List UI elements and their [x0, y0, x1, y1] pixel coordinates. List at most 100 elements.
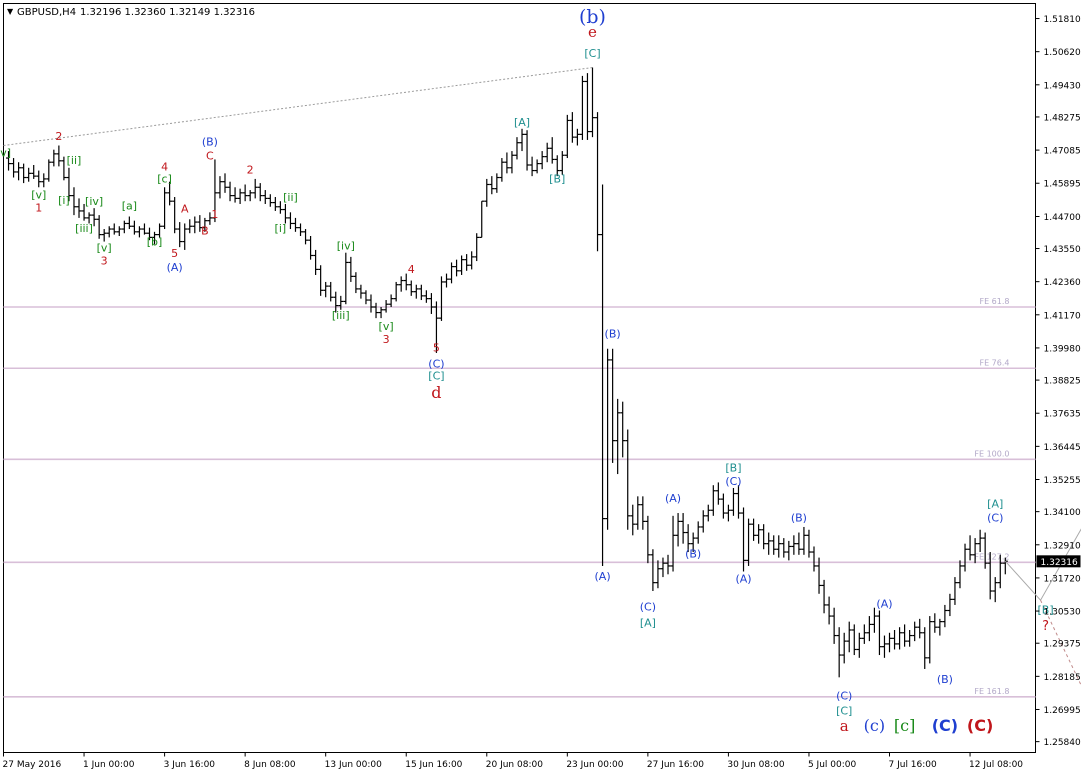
price-tick-label: 1.30530 — [1044, 608, 1081, 618]
chart-header: ▼ GBPUSD,H4 1.32196 1.32360 1.32149 1.32… — [7, 7, 255, 18]
fib-level-label: FE 127.2 — [974, 552, 1009, 561]
wave-label: [ii] — [67, 154, 82, 167]
price-tick-label: 1.50620 — [1044, 48, 1081, 58]
wave-label: [v] — [97, 241, 112, 254]
wave-label: 5 — [433, 342, 440, 355]
price-tick-label: 1.29375 — [1044, 640, 1081, 650]
wave-label: C — [206, 149, 214, 162]
wave-label: (A) — [735, 573, 751, 586]
wave-label: [B] — [549, 173, 565, 186]
time-tick-label: 27 Jun 16:00 — [647, 760, 704, 770]
time-tick-label: 13 Jun 00:00 — [325, 760, 382, 770]
price-tick-label: 1.26995 — [1044, 706, 1081, 716]
price-tick-label: 1.45895 — [1044, 180, 1081, 190]
price-tick-label: 1.34100 — [1044, 508, 1081, 518]
wave-label: (C) — [836, 690, 852, 703]
wave-label: [c] — [894, 716, 915, 735]
wave-label: [v] — [31, 188, 46, 201]
price-tick-label: 1.47085 — [1044, 147, 1081, 157]
wave-label: (A) — [665, 492, 681, 505]
wave-label: [B] — [725, 461, 741, 474]
time-tick-label: 27 May 2016 — [3, 760, 62, 770]
wave-label: a — [840, 717, 849, 735]
wave-label: [i] — [275, 222, 287, 235]
wave-label: [c] — [157, 173, 172, 186]
time-tick-label: 7 Jul 16:00 — [889, 760, 938, 770]
price-tick-label: 1.36445 — [1044, 443, 1081, 453]
wave-label: 2 — [55, 130, 62, 143]
chart-window[interactable]: FE 61.8 FE 76.4 FE 100.0 FE 127.2 FE 161.8 (… — [0, 0, 1081, 775]
wave-label: [b] — [147, 236, 163, 249]
wave-label: [iii] — [332, 309, 350, 322]
price-tick-label: 1.43550 — [1044, 245, 1081, 255]
wave-label: [iii] — [75, 222, 93, 235]
wave-label: [C] — [584, 47, 600, 60]
wave-label: (B) — [605, 328, 621, 341]
wave-label: 3 — [383, 333, 390, 346]
time-tick-label: 12 Jul 08:00 — [969, 760, 1023, 770]
wave-label: (c) — [864, 716, 885, 735]
wave-label: 4 — [408, 263, 415, 276]
current-price-label: 1.32316 — [1041, 558, 1078, 568]
wave-label: B — [201, 225, 209, 238]
price-chart[interactable]: FE 61.8 FE 76.4 FE 100.0 FE 127.2 FE 161.8 (… — [0, 0, 1081, 775]
wave-label: (B) — [791, 511, 807, 524]
price-tick-label: 1.44700 — [1044, 213, 1081, 223]
time-tick-label: 8 Jun 08:00 — [244, 760, 296, 770]
wave-label: (B) — [685, 548, 701, 561]
fib-level-label: FE 76.4 — [979, 358, 1009, 367]
price-tick-label: 1.49430 — [1044, 81, 1081, 91]
wave-label: 1 — [35, 201, 42, 214]
wave-label: [v] — [379, 320, 394, 333]
wave-label: [ii] — [283, 191, 298, 204]
wave-label: (B) — [937, 673, 953, 686]
wave-label: (C) — [967, 716, 993, 735]
fib-level-label: FE 100.0 — [974, 449, 1009, 458]
price-tick-label: 1.31720 — [1044, 574, 1081, 584]
wave-label: d — [431, 383, 441, 402]
time-tick-label: 5 Jul 00:00 — [808, 760, 857, 770]
price-tick-label: 1.39980 — [1044, 344, 1081, 354]
wave-label: (C) — [987, 511, 1003, 524]
time-tick-label: 15 Jun 16:00 — [405, 760, 462, 770]
wave-label: (A) — [167, 261, 183, 274]
time-tick-label: 1 Jun 00:00 — [83, 760, 135, 770]
wave-label: (B) — [202, 136, 218, 149]
wave-label: [A] — [640, 616, 656, 629]
price-tick-label: 1.51810 — [1044, 15, 1081, 25]
wave-label: 1 — [211, 208, 218, 221]
time-tick-label: 3 Jun 16:00 — [164, 760, 216, 770]
price-tick-label: 1.28185 — [1044, 673, 1081, 683]
symbol-menu-icon[interactable]: ▼ — [7, 7, 14, 16]
time-tick-label: 23 Jun 00:00 — [566, 760, 623, 770]
price-tick-label: 1.37635 — [1044, 410, 1081, 420]
wave-label: e — [588, 23, 597, 41]
time-tick-label: 20 Jun 08:00 — [486, 760, 543, 770]
time-tick-label: 30 Jun 08:00 — [727, 760, 784, 770]
price-tick-label: 1.42360 — [1044, 278, 1081, 288]
wave-label: (A) — [595, 570, 611, 583]
wave-label: [a] — [122, 200, 137, 213]
wave-label: A — [181, 202, 189, 215]
price-tick-label: 1.32910 — [1044, 541, 1081, 551]
wave-label: [iv] — [85, 195, 103, 208]
wave-label: 3 — [101, 254, 108, 267]
price-tick-label: 1.25840 — [1044, 738, 1081, 748]
price-tick-label: 1.38825 — [1044, 377, 1081, 387]
price-tick-label: 1.41170 — [1044, 311, 1081, 321]
wave-label: 2 — [247, 163, 254, 176]
wave-label: [A] — [514, 116, 530, 129]
price-tick-label: 1.48275 — [1044, 113, 1081, 123]
wave-label: (C) — [640, 600, 656, 613]
symbol-label: GBPUSD,H4 — [17, 7, 76, 18]
wave-label: [i] — [58, 194, 70, 207]
wave-label: (C) — [725, 475, 741, 488]
wave-label: 5 — [171, 247, 178, 260]
wave-label: [iv] — [337, 239, 355, 252]
wave-label: [v] — [0, 147, 11, 160]
price-tick-label: 1.35255 — [1044, 476, 1081, 486]
wave-label: ? — [1042, 619, 1049, 634]
wave-label: [C] — [428, 369, 444, 382]
fib-level-label: FE 161.8 — [974, 687, 1009, 696]
wave-label: [C] — [836, 704, 852, 717]
